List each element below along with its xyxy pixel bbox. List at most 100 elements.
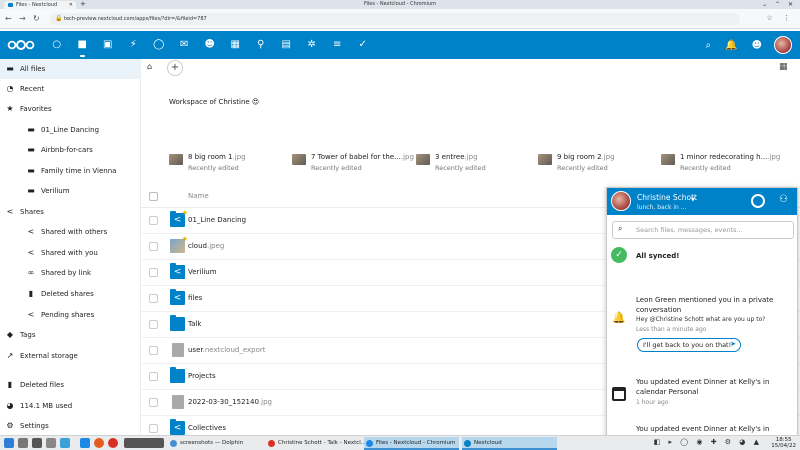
nav-favorite-vienna[interactable]: ▬ Family time in Vienna: [0, 161, 141, 181]
name-column-header[interactable]: Name: [188, 192, 209, 200]
talk-app-icon[interactable]: ◯: [146, 31, 172, 59]
image-thumbnail: [169, 154, 183, 165]
talk-icon[interactable]: [751, 194, 765, 208]
nav-external-storage[interactable]: ↗ External storage: [0, 346, 141, 366]
user-avatar[interactable]: [611, 191, 631, 211]
home-breadcrumb-icon[interactable]: ⌂: [147, 62, 157, 72]
app-icon[interactable]: [18, 438, 28, 448]
window-controls[interactable]: ⌄ ⌃ ✕: [762, 0, 796, 9]
mail-app-icon[interactable]: ✉: [172, 31, 198, 59]
recent-file-subtitle: Recently edited: [311, 164, 362, 172]
recent-file-ext: .jpg: [232, 153, 246, 161]
share-icon: <: [27, 310, 35, 319]
nav-tags[interactable]: ◆ Tags: [0, 325, 141, 345]
nav-settings[interactable]: ⚙ Settings: [0, 416, 141, 436]
new-file-button[interactable]: +: [167, 60, 183, 76]
task-talk[interactable]: Christine Schott - Talk - Nextcl...: [266, 437, 366, 450]
collectives-app-icon[interactable]: ✲: [299, 31, 325, 59]
row-checkbox[interactable]: [149, 346, 158, 355]
grid-view-icon[interactable]: ▦: [779, 62, 788, 72]
recent-file[interactable]: 1 minor redecorating h....jpg Recently e…: [661, 152, 796, 174]
nav-shared-with-you[interactable]: < Shared with you: [0, 243, 141, 263]
forward-icon[interactable]: →: [19, 14, 26, 23]
clock[interactable]: 18:55 15/04/22: [771, 437, 796, 449]
task-chromium[interactable]: Files - Nextcloud - Chromium: [364, 437, 459, 450]
nav-deleted-shares[interactable]: ▮ Deleted shares: [0, 284, 141, 304]
task-nextcloud[interactable]: Nextcloud: [462, 437, 557, 450]
contacts-app-icon[interactable]: ☻: [197, 31, 223, 59]
row-checkbox[interactable]: [149, 242, 158, 251]
firefox-icon[interactable]: [94, 438, 104, 448]
chromium-icon[interactable]: [108, 438, 118, 448]
tasks-app-icon[interactable]: ✓: [350, 31, 376, 59]
desktop-pager[interactable]: [124, 438, 164, 448]
extensions-icon[interactable]: ☆ ⋮: [766, 14, 794, 22]
file-name: Collectives: [188, 424, 227, 432]
row-checkbox[interactable]: [149, 320, 158, 329]
nav-favorite-line-dancing[interactable]: ▬ 01_Line Dancing: [0, 120, 141, 140]
app-launcher-icon[interactable]: [4, 438, 14, 448]
select-all-checkbox[interactable]: [149, 192, 158, 201]
back-icon[interactable]: ←: [5, 14, 12, 23]
deck-app-icon[interactable]: ▤: [274, 31, 300, 59]
file-ext: .nextcloud_export: [202, 346, 266, 354]
url-text: tech-preview.nextcloud.com/apps/files/?d…: [64, 16, 207, 22]
photos-app-icon[interactable]: ▣: [95, 31, 121, 59]
nav-shared-by-link[interactable]: ∞ Shared by link: [0, 263, 141, 283]
chevron-down-icon[interactable]: ▼: [691, 197, 695, 203]
reply-input[interactable]: I'll get back to you on that! ➤: [637, 338, 741, 352]
app-icon[interactable]: [80, 438, 90, 448]
app-icon[interactable]: [32, 438, 42, 448]
system-tray[interactable]: ◧ ▸ ◯ ◉ ✚ ⚙ ◕ ▲: [654, 438, 762, 446]
nav-favorite-airbnb[interactable]: ▬ Airbnb-for-cars: [0, 140, 141, 160]
row-checkbox[interactable]: [149, 372, 158, 381]
dashboard-app-icon[interactable]: ○: [44, 31, 70, 59]
nav-favorites[interactable]: ★ Favorites: [0, 99, 141, 119]
row-checkbox[interactable]: [149, 424, 158, 433]
unified-search-input[interactable]: ⌕ Search files, messages, events...: [612, 221, 794, 239]
nav-deleted-files[interactable]: ▮ Deleted files: [0, 375, 141, 395]
maps-app-icon[interactable]: ⚲: [248, 31, 274, 59]
contacts-menu-icon[interactable]: ☻: [752, 40, 762, 51]
user-status[interactable]: lunch, back in ...: [637, 204, 686, 211]
notes-app-icon[interactable]: ≡: [325, 31, 351, 59]
nav-recent[interactable]: ◔ Recent: [0, 79, 141, 99]
row-checkbox[interactable]: [149, 216, 158, 225]
external-icon: ↗: [6, 351, 14, 360]
nav-pending-shares[interactable]: < Pending shares: [0, 305, 141, 325]
recent-file[interactable]: 3 entree.jpg Recently edited: [416, 152, 526, 174]
send-icon[interactable]: ➤: [730, 340, 736, 348]
contacts-icon[interactable]: ⚇: [779, 194, 788, 205]
row-checkbox[interactable]: [149, 294, 158, 303]
task-dolphin[interactable]: screenshots — Dolphin: [168, 437, 263, 450]
recent-file[interactable]: 7 Tower of babel for the....jpg Recently…: [292, 152, 422, 174]
image-thumbnail-icon: ★: [170, 235, 188, 253]
files-app-icon[interactable]: ■: [70, 31, 96, 59]
user-avatar[interactable]: [774, 36, 792, 54]
nextcloud-logo-icon[interactable]: [7, 40, 35, 50]
nav-shares[interactable]: < Shares: [0, 202, 141, 222]
nav-all-files[interactable]: ▬ All files: [0, 59, 141, 79]
app-icon[interactable]: [60, 438, 70, 448]
link-icon: ∞: [27, 268, 35, 277]
shared-folder-icon: <: [170, 289, 185, 305]
reload-icon[interactable]: ↻: [33, 14, 40, 23]
recent-file[interactable]: 8 big room 1.jpg Recently edited: [169, 152, 284, 174]
search-icon[interactable]: ⌕: [706, 40, 712, 51]
row-checkbox[interactable]: [149, 398, 158, 407]
calendar-icon: [612, 387, 626, 401]
nav-favorite-verilium[interactable]: ▬ Verilium: [0, 181, 141, 201]
folder-icon: [170, 315, 185, 331]
recent-file-name: 7 Tower of babel for the...: [311, 153, 401, 161]
row-checkbox[interactable]: [149, 268, 158, 277]
star-icon: ★: [6, 104, 14, 113]
address-bar[interactable]: 🔒 tech-preview.nextcloud.com/apps/files/…: [50, 13, 740, 25]
nav-shared-with-others[interactable]: < Shared with others: [0, 222, 141, 242]
recent-file[interactable]: 9 big room 2.jpg Recently edited: [538, 152, 648, 174]
notifications-icon[interactable]: 🔔: [725, 40, 737, 51]
browser-toolbar: ← → ↻ 🔒 tech-preview.nextcloud.com/apps/…: [0, 9, 800, 29]
app-icon[interactable]: [46, 438, 56, 448]
activity-app-icon[interactable]: ⚡: [121, 31, 147, 59]
pie-chart-icon: ◕: [6, 401, 14, 410]
calendar-app-icon[interactable]: ▦: [223, 31, 249, 59]
